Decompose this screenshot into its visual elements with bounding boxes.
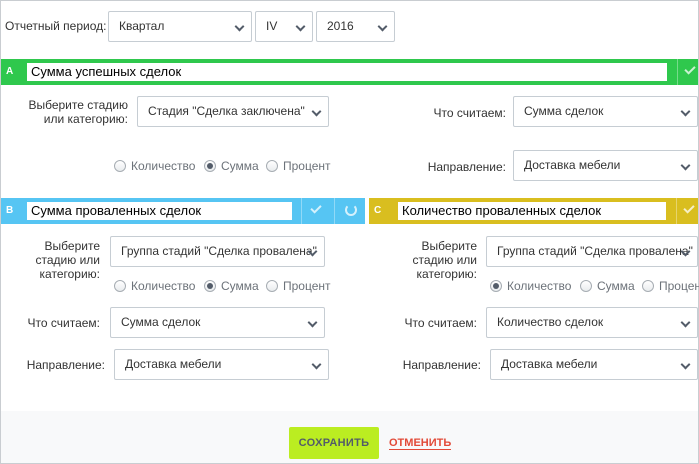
radio-icon (266, 160, 278, 172)
radio-label: Количество (507, 279, 572, 293)
block-a-stage-select[interactable]: Стадия "Сделка заключена" (137, 96, 329, 127)
block-c-count-select[interactable]: Количество сделок (486, 307, 698, 338)
chevron-down-icon (377, 21, 388, 32)
block-b-count-value: Сумма сделок (121, 315, 201, 329)
block-b-radio-percent[interactable]: Процент (266, 279, 331, 293)
radio-label: Сумма (221, 279, 259, 293)
block-a-count-select[interactable]: Сумма сделок (513, 96, 698, 127)
block-c-direction-value: Доставка мебели (501, 357, 598, 371)
refresh-icon[interactable] (345, 204, 357, 216)
block-c-radio-quantity[interactable]: Количество (490, 279, 571, 293)
block-b-stage-select[interactable]: Группа стадий "Сделка провалена" (110, 236, 325, 267)
period-quarter-select[interactable]: IV (255, 11, 313, 42)
block-c-count-value: Количество сделок (497, 315, 604, 329)
chevron-down-icon (295, 21, 306, 32)
block-a-direction-label: Направление: (427, 160, 506, 174)
radio-label: Сумма (597, 279, 635, 293)
block-c-stage-value: Группа стадий "Сделка провалена" (497, 244, 693, 258)
check-icon[interactable] (684, 63, 696, 75)
check-icon[interactable] (310, 202, 322, 214)
radio-icon (266, 280, 278, 292)
block-b-header: B Сумма проваленных сделок (1, 198, 365, 224)
block-a-count-value: Сумма сделок (524, 104, 604, 118)
period-quarter-value: IV (266, 19, 278, 33)
block-a-radio-group: Количество Сумма Процент (114, 159, 344, 175)
block-c-radio-sum[interactable]: Сумма (580, 279, 635, 293)
chevron-down-icon (311, 106, 322, 117)
block-a-header: A Сумма успешных сделок (1, 59, 698, 85)
block-a-title-input[interactable]: Сумма успешных сделок (27, 63, 667, 81)
block-a-letter: A (6, 66, 14, 77)
block-b-radio-sum[interactable]: Сумма (204, 279, 259, 293)
radio-icon (580, 280, 592, 292)
block-b-count-label: Что считаем: (27, 316, 100, 330)
chevron-down-icon (680, 160, 691, 171)
block-c-direction-label: Направление: (402, 358, 481, 372)
block-c-header: C Количество проваленных сделок (369, 198, 698, 224)
period-type-value: Квартал (119, 19, 165, 33)
radio-label: Сумма (221, 159, 259, 173)
block-a-stage-value: Стадия "Сделка заключена" (148, 104, 305, 118)
radio-checked-icon (204, 160, 216, 172)
block-c-radio-group: Количество Сумма Процент (490, 279, 699, 295)
block-a-direction-value: Доставка мебели (524, 158, 621, 172)
cancel-link[interactable]: ОТМЕНИТЬ (389, 437, 452, 450)
radio-label: Количество (131, 279, 196, 293)
block-b-radio-group: Количество Сумма Процент (114, 279, 344, 295)
divider (334, 198, 335, 224)
block-b-letter: B (6, 205, 14, 216)
chevron-down-icon (234, 21, 245, 32)
block-b-radio-quantity[interactable]: Количество (114, 279, 195, 293)
block-c-direction-select[interactable]: Доставка мебели (490, 349, 698, 380)
block-a-radio-sum[interactable]: Сумма (204, 159, 259, 173)
block-c-radio-percent[interactable]: Процент (642, 279, 699, 293)
radio-checked-icon (490, 280, 502, 292)
divider (301, 198, 302, 224)
radio-checked-icon (204, 280, 216, 292)
block-c-count-label: Что считаем: (404, 316, 477, 330)
block-a-radio-quantity[interactable]: Количество (114, 159, 195, 173)
check-icon[interactable] (683, 202, 695, 214)
block-b-direction-value: Доставка мебели (125, 357, 222, 371)
block-a-count-label: Что считаем: (433, 106, 506, 120)
radio-label: Количество (131, 159, 196, 173)
chevron-down-icon (307, 317, 318, 328)
chevron-down-icon (680, 359, 691, 370)
period-label: Отчетный период: (5, 19, 107, 33)
block-b-stage-label: Выберите стадию или категорию: (35, 239, 100, 281)
period-year-select[interactable]: 2016 (316, 11, 395, 42)
block-b-title-input[interactable]: Сумма проваленных сделок (27, 202, 292, 220)
block-b-direction-label: Направление: (26, 358, 105, 372)
block-c-stage-label: Выберите стадию или категорию: (412, 239, 477, 281)
block-c-letter: C (374, 205, 382, 216)
block-a-radio-percent[interactable]: Процент (266, 159, 331, 173)
block-b-count-select[interactable]: Сумма сделок (110, 307, 325, 338)
block-c-stage-select[interactable]: Группа стадий "Сделка провалена" (486, 236, 698, 267)
radio-label: Процент (659, 279, 699, 293)
block-a-direction-select[interactable]: Доставка мебели (513, 150, 698, 181)
divider (677, 59, 678, 85)
save-button[interactable]: СОХРАНИТЬ (289, 427, 379, 459)
period-year-value: 2016 (327, 19, 354, 33)
block-b-direction-select[interactable]: Доставка мебели (114, 349, 329, 380)
chevron-down-icon (311, 359, 322, 370)
block-a-stage-label: Выберите стадию или категорию: (28, 98, 128, 126)
divider (676, 198, 677, 224)
chevron-down-icon (680, 106, 691, 117)
radio-label: Процент (283, 279, 331, 293)
radio-label: Процент (283, 159, 331, 173)
radio-icon (642, 280, 654, 292)
chevron-down-icon (680, 317, 691, 328)
radio-icon (114, 160, 126, 172)
period-type-select[interactable]: Квартал (108, 11, 252, 42)
radio-icon (114, 280, 126, 292)
block-b-stage-value: Группа стадий "Сделка провалена" (121, 244, 317, 258)
block-c-title-input[interactable]: Количество проваленных сделок (398, 202, 666, 220)
